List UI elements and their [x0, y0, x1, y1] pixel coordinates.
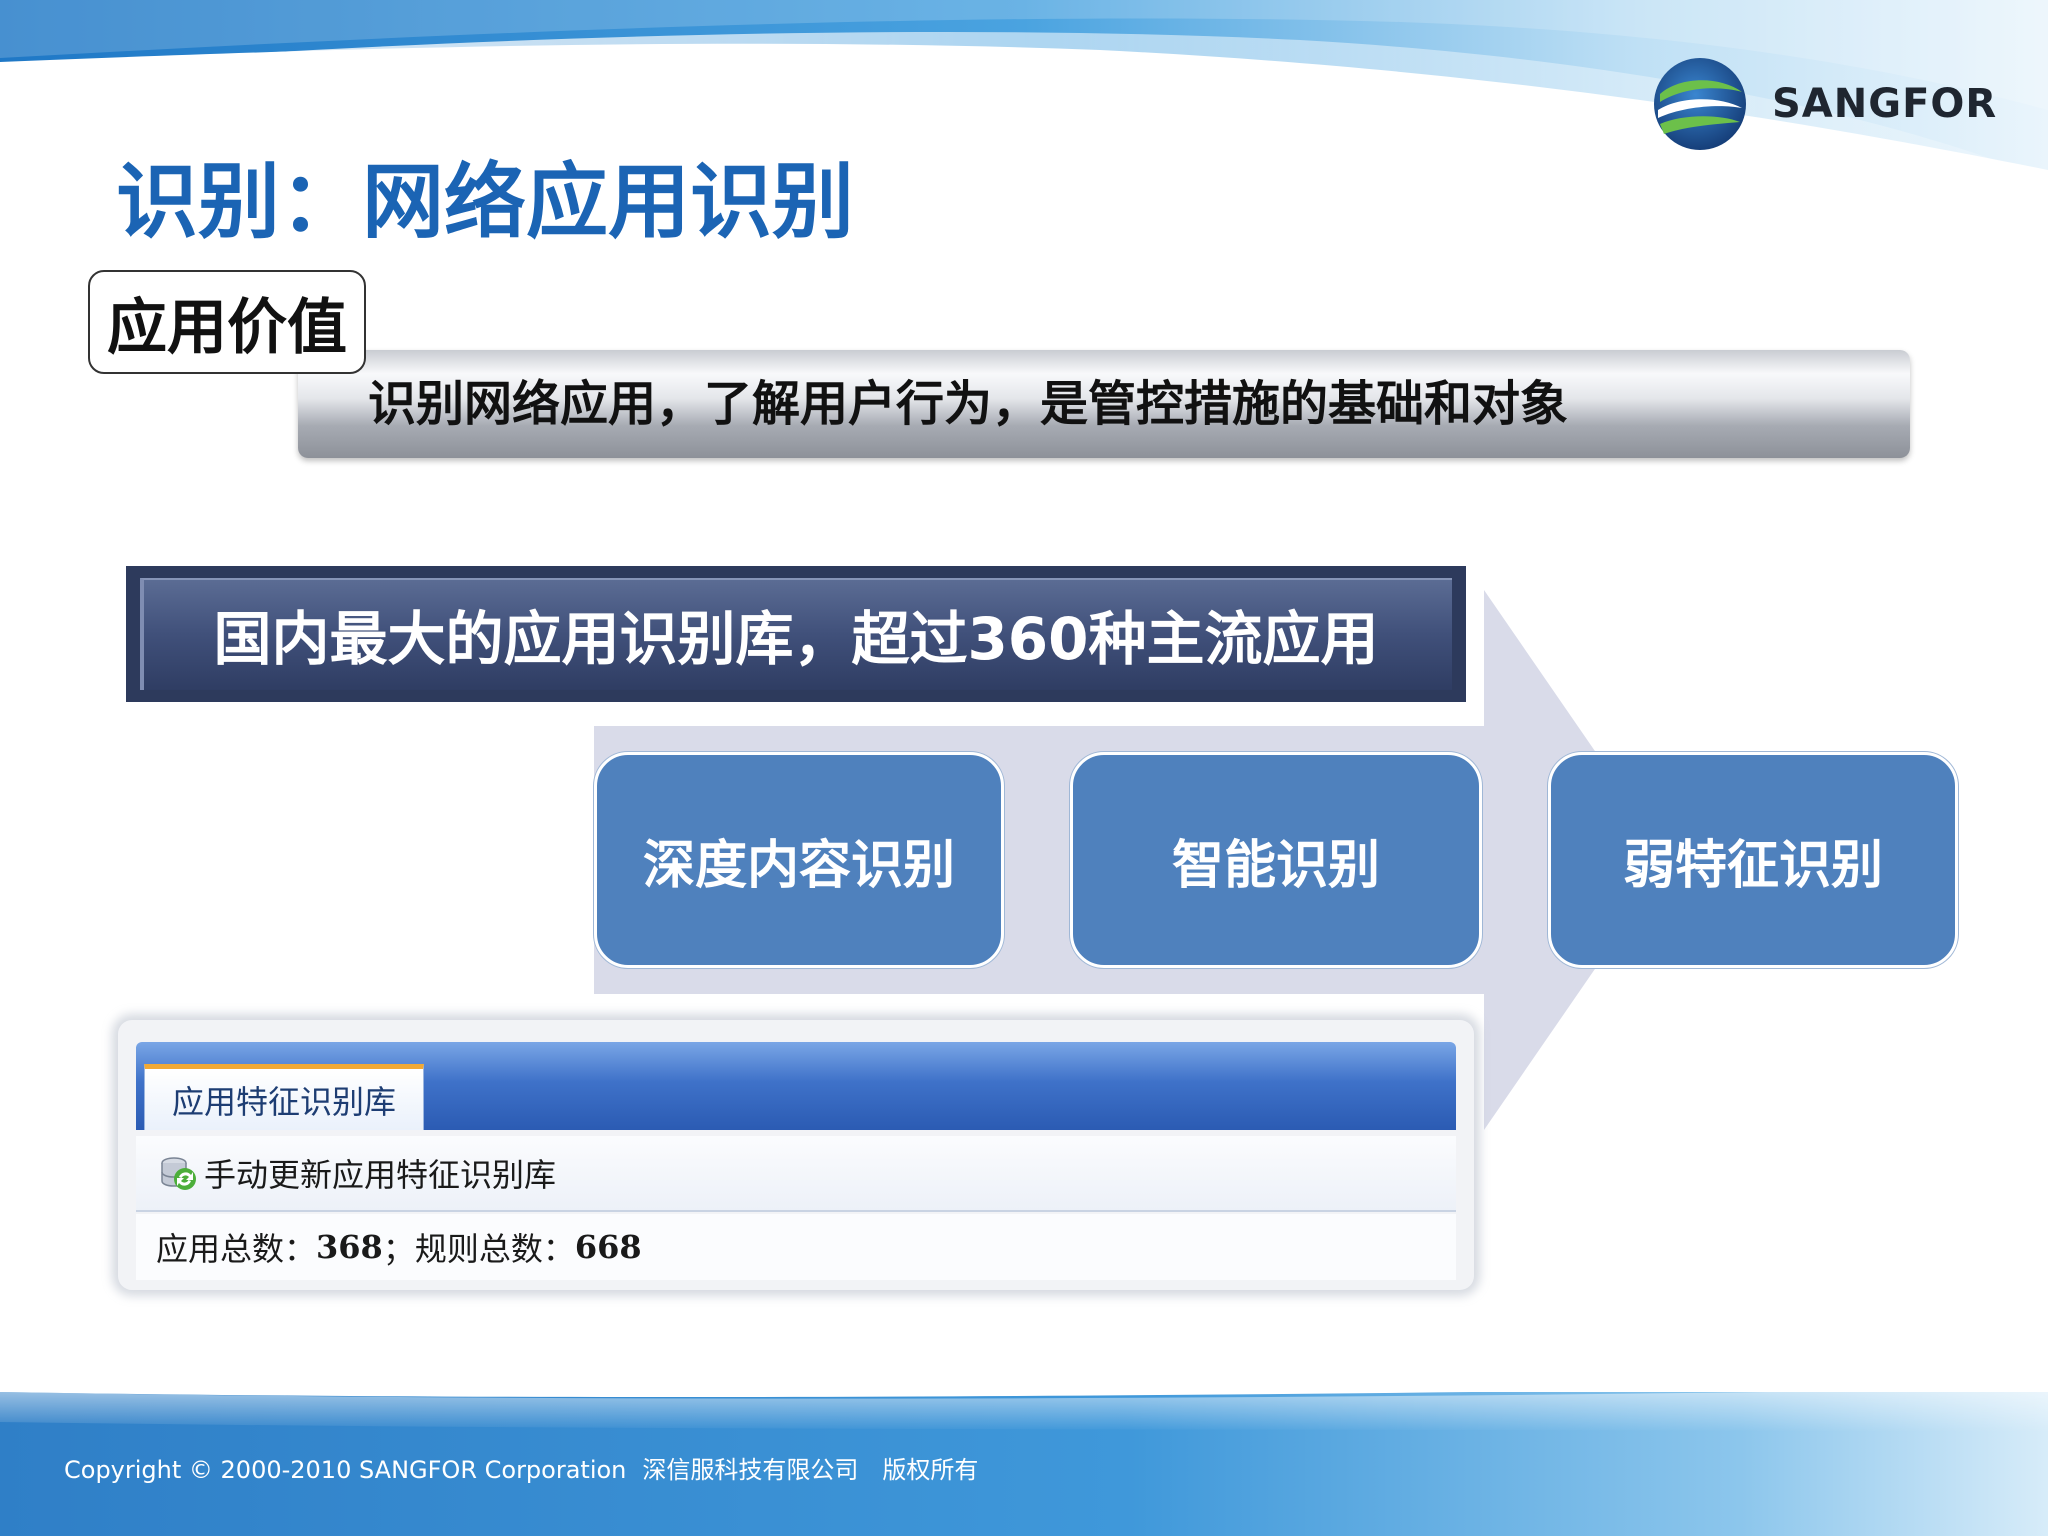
panel-toolbar: 手动更新应用特征识别库 — [136, 1136, 1456, 1212]
apps-total-label: 应用总数： — [156, 1230, 317, 1268]
value-statement-bar: 识别网络应用，了解用户行为，是管控措施的基础和对象 — [298, 350, 1910, 458]
library-banner-text: 国内最大的应用识别库，超过360种主流应用 — [213, 605, 1379, 673]
method-box-weak-feature: 弱特征识别 — [1548, 752, 1958, 968]
page-title: 识别：网络应用识别 — [116, 155, 855, 250]
panel-tab-bar: 应用特征识别库 — [136, 1042, 1456, 1130]
sangfor-logo: SANGFOR — [1650, 52, 2010, 156]
library-stats: 应用总数： 368 ； 规则总数： 668 — [136, 1214, 1456, 1280]
library-banner: 国内最大的应用识别库，超过360种主流应用 — [126, 566, 1466, 702]
sangfor-logo-icon — [1654, 58, 1746, 150]
value-label: 应用价值 — [88, 270, 366, 374]
signature-library-panel: 应用特征识别库 手动更新应用特征识别库 应用总数： 368 ； 规则总数： 66… — [118, 1020, 1474, 1290]
slide: SANGFOR 识别：网络应用识别 应用价值 识别网络应用，了解用户行为，是管控… — [0, 0, 2048, 1536]
tab-signature-library[interactable]: 应用特征识别库 — [144, 1064, 424, 1130]
copyright-text: Copyright © 2000-2010 SANGFOR Corporatio… — [64, 1456, 627, 1484]
apps-total-value: 368 — [316, 1228, 383, 1266]
rules-total-value: 668 — [574, 1228, 642, 1266]
value-statement-text: 识别网络应用，了解用户行为，是管控措施的基础和对象 — [368, 376, 1569, 432]
rules-total-label: 规则总数： — [414, 1230, 575, 1268]
sangfor-logo-text: SANGFOR — [1772, 81, 1998, 127]
company-name: 深信服科技有限公司 — [642, 1456, 859, 1484]
method-box-intelligent: 智能识别 — [1070, 752, 1482, 968]
manual-update-link[interactable]: 手动更新应用特征识别库 — [204, 1150, 556, 1196]
rights-text: 版权所有 — [882, 1456, 979, 1484]
stats-separator: ； — [382, 1230, 415, 1268]
footer-copyright: Copyright © 2000-2010 SANGFOR Corporatio… — [64, 1450, 978, 1490]
method-box-deep-content: 深度内容识别 — [594, 752, 1004, 968]
database-refresh-icon[interactable] — [158, 1153, 198, 1193]
